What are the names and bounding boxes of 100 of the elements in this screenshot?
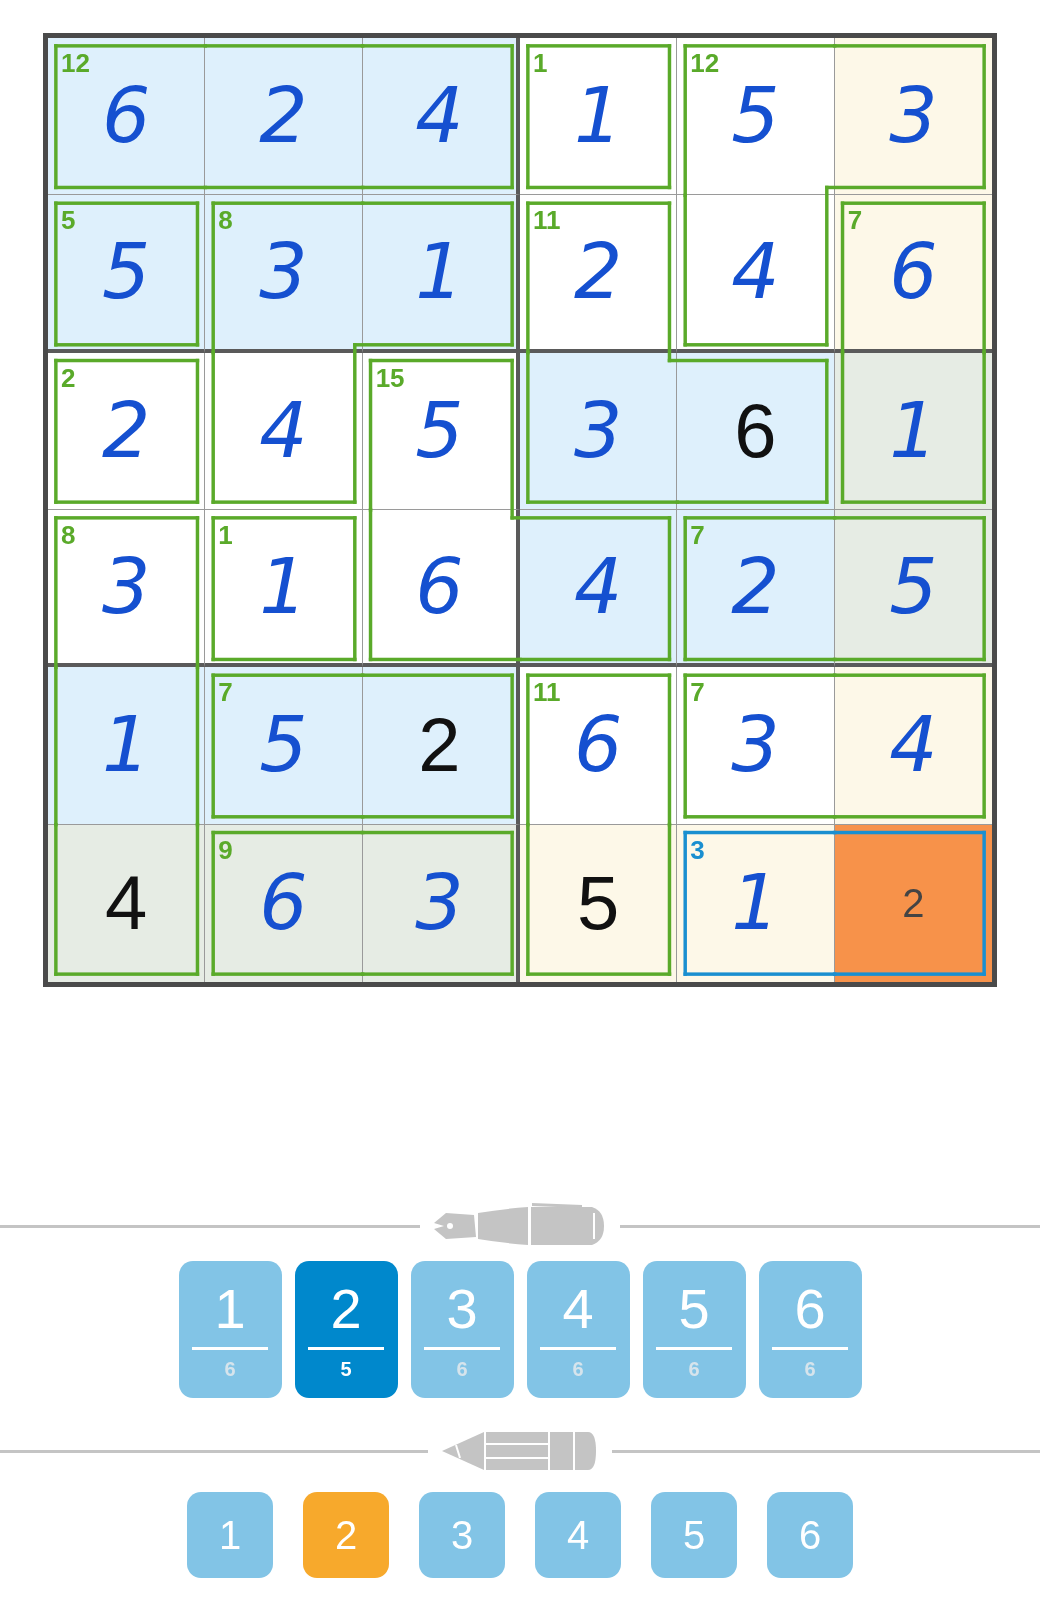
sudoku-cell[interactable]: 7 2: [677, 510, 835, 668]
digit-label: 4: [562, 1281, 594, 1337]
cage-sum: 9: [218, 836, 233, 863]
cell-digit: 3: [415, 865, 464, 942]
sudoku-cell[interactable]: 12 5: [677, 38, 835, 196]
remaining-count: 6: [224, 1358, 236, 1381]
remaining-count: 6: [572, 1358, 584, 1381]
cell-digit: 3: [259, 234, 308, 310]
sudoku-cell[interactable]: 3: [362, 824, 520, 982]
digit-label: 6: [794, 1281, 826, 1337]
sudoku-cell[interactable]: 1 1: [205, 510, 363, 668]
cage-sum: 5: [61, 207, 76, 234]
sudoku-cell[interactable]: 7 5: [205, 667, 363, 825]
cell-digit: 4: [573, 548, 623, 625]
cell-digit: 1: [889, 392, 938, 469]
cell-digit: 4: [889, 707, 938, 784]
cell-digit: 5: [415, 392, 464, 469]
cell-digit: 2: [731, 548, 780, 625]
digit-label: 1: [214, 1281, 246, 1337]
cage-sum: 11: [533, 679, 561, 706]
cage-sum: 7: [218, 679, 233, 706]
cell-digit: 1: [731, 865, 780, 942]
sudoku-cell[interactable]: 7 6: [834, 195, 992, 353]
cell-digit: 1: [573, 78, 623, 155]
cell-digit: 5: [259, 707, 308, 784]
cage-sum: 15: [375, 364, 405, 391]
cell-digit: 1: [415, 234, 464, 310]
cell-digit: 6: [573, 707, 623, 784]
cell-digit: 4: [731, 234, 780, 310]
sudoku-cell[interactable]: 4: [362, 38, 520, 196]
sudoku-cell[interactable]: 6: [677, 352, 835, 510]
cell-digit: 6: [734, 392, 777, 469]
sudoku-cell[interactable]: 2 2: [48, 352, 206, 510]
sudoku-cell[interactable]: 5 5: [48, 195, 206, 353]
pen-digit-button[interactable]: 2 5: [294, 1261, 398, 1398]
sudoku-cell[interactable]: 7 3: [677, 667, 835, 825]
sudoku-cell[interactable]: 5: [834, 510, 992, 668]
sudoku-cell[interactable]: 1: [48, 667, 206, 825]
sudoku-cell[interactable]: 5: [520, 824, 678, 982]
digit-label: 3: [446, 1281, 478, 1337]
sudoku-cell[interactable]: 4: [48, 824, 206, 982]
cell-digit: 6: [259, 865, 308, 942]
sudoku-cell[interactable]: 11 6: [520, 667, 678, 825]
cage-sum: 1: [218, 522, 233, 548]
cell-digit: 3: [102, 548, 151, 625]
cell-digit: 2: [573, 234, 623, 310]
cell-digit: 4: [105, 865, 148, 942]
sudoku-cell[interactable]: 4: [834, 667, 992, 825]
sudoku-cell[interactable]: 3 1: [677, 824, 835, 982]
cage-sum: 11: [533, 207, 561, 234]
cage-sum: 7: [690, 679, 705, 706]
cage-sum: 1: [533, 50, 548, 76]
cell-digit: 2: [102, 392, 151, 469]
sudoku-cell[interactable]: 2: [205, 38, 363, 196]
pencil-mark: 2: [902, 883, 925, 924]
cell-digit: 3: [573, 392, 623, 469]
cell-digit: 3: [731, 707, 780, 784]
sudoku-cell[interactable]: 1: [362, 195, 520, 353]
cell-digit: 6: [415, 548, 464, 625]
sudoku-cell[interactable]: 1 1: [520, 38, 678, 196]
cage-sum: 8: [61, 522, 76, 548]
remaining-count: 6: [804, 1358, 816, 1381]
cell-digit: 3: [889, 78, 938, 155]
cage-sum: 7: [690, 522, 705, 548]
digit-label: 5: [678, 1281, 710, 1337]
sudoku-cell[interactable]: 11 2: [520, 195, 678, 353]
cell-digit: 6: [889, 234, 938, 310]
cell-digit: 2: [259, 78, 308, 155]
cell-digit: 5: [731, 78, 780, 155]
sudoku-cell[interactable]: 2: [362, 667, 520, 825]
cell-digit: 4: [259, 392, 308, 469]
cage-sum: 12: [61, 50, 90, 76]
remaining-count: 6: [688, 1358, 700, 1381]
remaining-count: 5: [340, 1358, 352, 1381]
sudoku-cell[interactable]: 12 6: [48, 38, 206, 196]
cage-sum: 2: [61, 364, 76, 391]
digit-label: 2: [330, 1281, 362, 1337]
cell-digit: 5: [577, 865, 620, 942]
cage-sum: 7: [847, 207, 863, 234]
cell-digit: 2: [418, 707, 461, 784]
remaining-count: 6: [456, 1358, 468, 1381]
sudoku-cell[interactable]: 4: [677, 195, 835, 353]
sudoku-cell[interactable]: 6: [362, 510, 520, 668]
cell-digit: 6: [102, 78, 151, 155]
cell-digit: 5: [102, 234, 151, 310]
sudoku-cell[interactable]: 1: [834, 352, 992, 510]
cell-digit: 1: [102, 707, 151, 784]
sudoku-cell[interactable]: 2: [834, 824, 992, 982]
cage-sum: 8: [218, 207, 233, 234]
sudoku-cell[interactable]: 4: [205, 352, 363, 510]
cell-digit: 5: [889, 548, 938, 625]
sudoku-cell[interactable]: 3: [834, 38, 992, 196]
sudoku-cell[interactable]: 15 5: [362, 352, 520, 510]
sudoku-cell[interactable]: 4: [520, 510, 678, 668]
cell-digit: 1: [259, 548, 308, 625]
cage-sum: 12: [690, 50, 720, 76]
sudoku-cell[interactable]: 8 3: [48, 510, 206, 668]
sudoku-cell[interactable]: 8 3: [205, 195, 363, 353]
sudoku-cell[interactable]: 9 6: [205, 824, 363, 982]
sudoku-cell[interactable]: 3: [520, 352, 678, 510]
